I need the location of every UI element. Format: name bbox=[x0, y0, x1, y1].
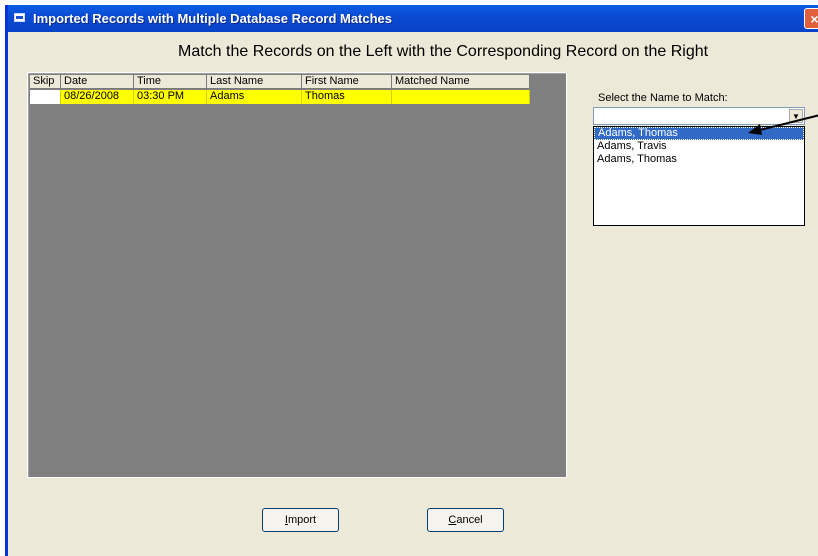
match-name-listbox[interactable]: Adams, Thomas Adams, Travis Adams, Thoma… bbox=[593, 126, 805, 226]
cell-date[interactable]: 08/26/2008 bbox=[61, 90, 134, 104]
close-button[interactable]: × bbox=[804, 8, 818, 29]
column-header-skip[interactable]: Skip bbox=[30, 75, 61, 89]
table-row[interactable]: 08/26/2008 03:30 PM Adams Thomas bbox=[30, 90, 530, 104]
cell-time[interactable]: 03:30 PM bbox=[134, 90, 207, 104]
window-app-icon bbox=[14, 13, 25, 22]
cancel-button[interactable]: Cancel bbox=[427, 508, 504, 532]
window-title: Imported Records with Multiple Database … bbox=[33, 11, 393, 26]
list-item[interactable]: Adams, Thomas bbox=[594, 153, 804, 166]
cell-first-name[interactable]: Thomas bbox=[302, 90, 392, 104]
column-header-last-name[interactable]: Last Name bbox=[207, 75, 302, 89]
title-bar[interactable]: Imported Records with Multiple Database … bbox=[8, 5, 818, 32]
cancel-label: ancel bbox=[456, 514, 483, 526]
column-header-matched-name[interactable]: Matched Name bbox=[392, 75, 530, 89]
cell-skip[interactable] bbox=[30, 90, 61, 104]
list-item[interactable]: Adams, Travis bbox=[594, 140, 804, 153]
match-select-label: Select the Name to Match: bbox=[598, 92, 728, 104]
annotation-arrow-icon bbox=[748, 114, 818, 135]
column-header-time[interactable]: Time bbox=[134, 75, 207, 89]
records-grid[interactable]: Skip Date Time Last Name First Name Matc… bbox=[27, 72, 567, 478]
page-heading: Match the Records on the Left with the C… bbox=[178, 43, 709, 60]
dialog-window: Imported Records with Multiple Database … bbox=[5, 5, 818, 556]
import-label: mport bbox=[287, 514, 317, 526]
cell-matched-name[interactable] bbox=[392, 90, 530, 104]
column-header-first-name[interactable]: First Name bbox=[302, 75, 392, 89]
column-header-date[interactable]: Date bbox=[61, 75, 134, 89]
cell-last-name[interactable]: Adams bbox=[207, 90, 302, 104]
import-button[interactable]: Import bbox=[262, 508, 339, 532]
grid-header: Skip Date Time Last Name First Name Matc… bbox=[30, 75, 530, 89]
